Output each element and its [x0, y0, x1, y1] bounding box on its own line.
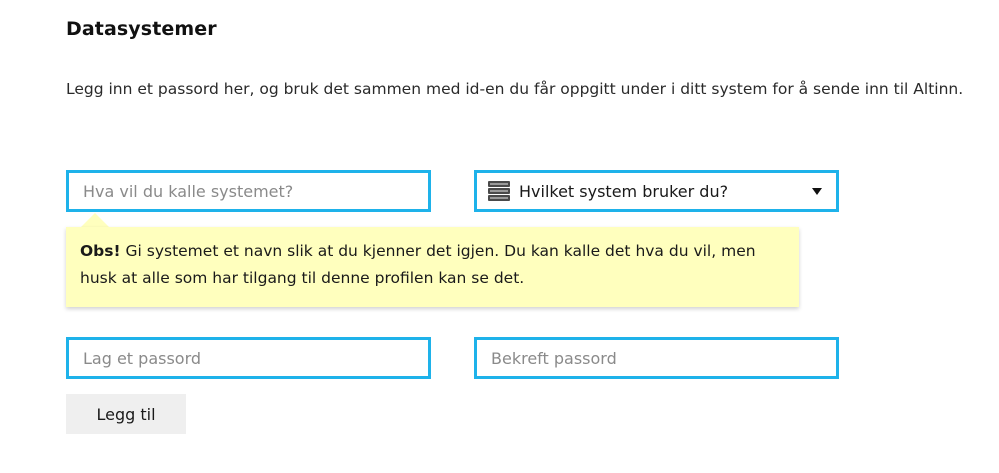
- tooltip-text: Gi systemet et navn slik at du kjenner d…: [80, 242, 756, 287]
- tooltip-arrow: [81, 213, 109, 227]
- system-name-input[interactable]: [66, 170, 431, 212]
- password-input[interactable]: [66, 337, 431, 379]
- section-title: Datasystemer: [66, 18, 217, 40]
- tooltip-prefix: Obs!: [80, 242, 121, 260]
- name-hint-tooltip: Obs! Gi systemet et navn slik at du kjen…: [66, 227, 799, 307]
- server-icon: [487, 179, 511, 203]
- confirm-password-input[interactable]: [474, 337, 839, 379]
- caret-down-icon: [812, 187, 822, 195]
- system-select[interactable]: Hvilket system bruker du?: [474, 170, 839, 212]
- section-intro: Legg inn et passord her, og bruk det sam…: [66, 80, 964, 98]
- add-button[interactable]: Legg til: [66, 394, 186, 434]
- system-select-label: Hvilket system bruker du?: [519, 181, 729, 201]
